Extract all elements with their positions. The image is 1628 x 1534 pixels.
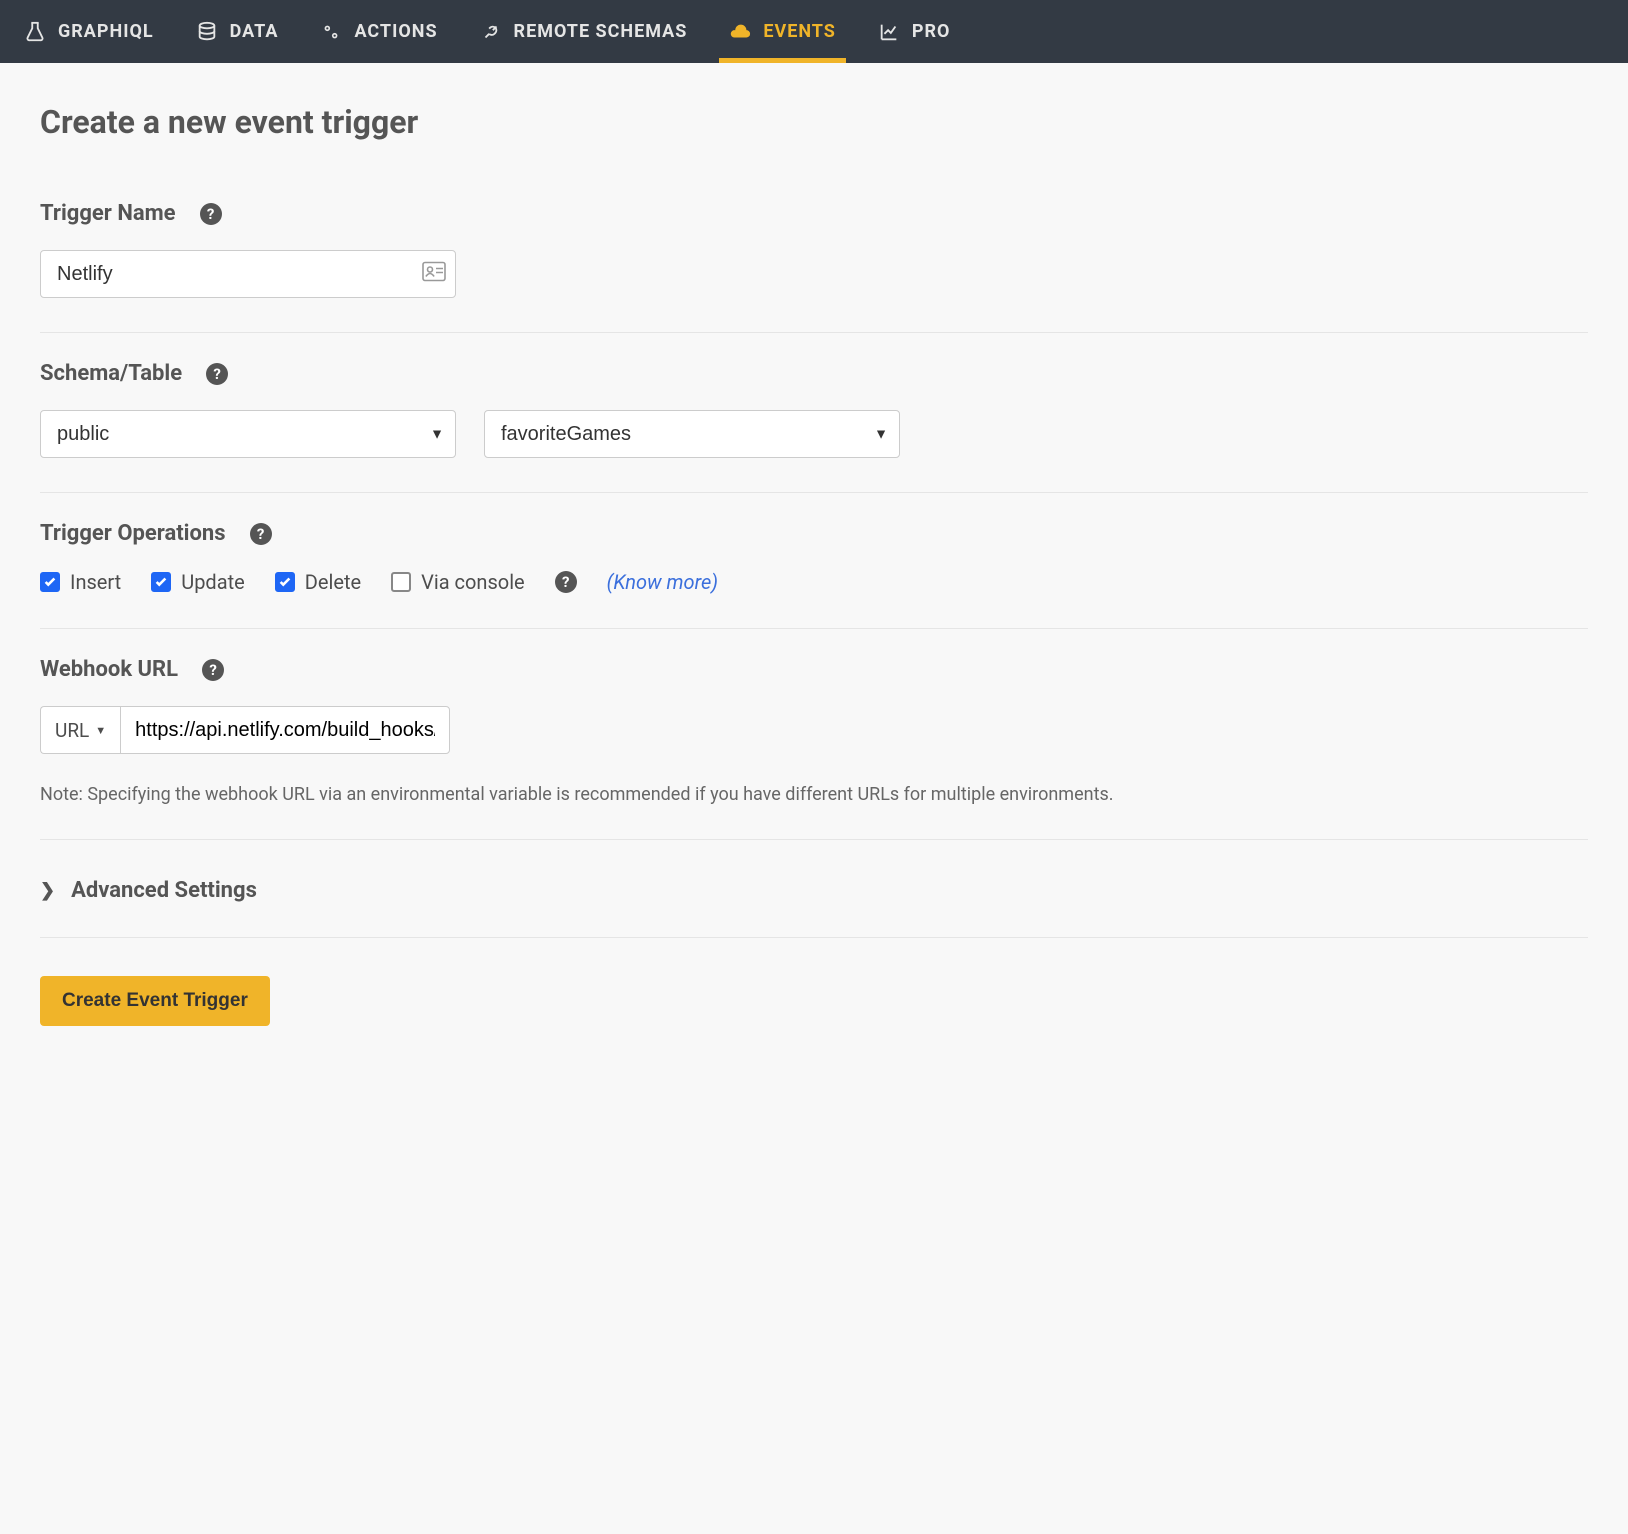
delete-checkbox[interactable] <box>275 572 295 592</box>
insert-checkbox[interactable] <box>40 572 60 592</box>
plug-icon <box>480 21 502 43</box>
help-icon[interactable]: ? <box>206 363 228 385</box>
help-icon[interactable]: ? <box>555 571 577 593</box>
trigger-name-input[interactable] <box>40 250 456 298</box>
via-console-checkbox[interactable] <box>391 572 411 592</box>
nav-label: EVENTS <box>763 21 836 42</box>
nav-actions[interactable]: ACTIONS <box>320 0 437 63</box>
section-trigger-name: Trigger Name ? <box>40 201 1588 333</box>
advanced-settings-toggle[interactable]: ❯ Advanced Settings <box>40 868 1588 903</box>
chart-icon <box>878 21 900 43</box>
know-more-link[interactable]: (Know more) <box>607 570 718 594</box>
via-console-label: Via console <box>421 570 525 594</box>
cloud-icon <box>729 21 751 43</box>
nav-pro[interactable]: PRO <box>878 0 951 63</box>
nav-label: DATA <box>230 21 279 42</box>
webhook-url-input[interactable] <box>120 706 450 754</box>
nav-data[interactable]: DATA <box>196 0 279 63</box>
section-advanced: ❯ Advanced Settings <box>40 868 1588 938</box>
chevron-right-icon: ❯ <box>40 880 55 901</box>
main-content: Create a new event trigger Trigger Name … <box>0 63 1628 1086</box>
nav-label: REMOTE SCHEMAS <box>514 21 688 42</box>
update-checkbox[interactable] <box>151 572 171 592</box>
webhook-label: Webhook URL <box>40 657 178 682</box>
section-webhook: Webhook URL ? URL ▼ Note: Specifying the… <box>40 657 1588 840</box>
section-schema-table: Schema/Table ? public ▼ favoriteGames ▼ <box>40 361 1588 493</box>
help-icon[interactable]: ? <box>200 203 222 225</box>
webhook-mode-dropdown[interactable]: URL ▼ <box>40 706 120 754</box>
advanced-label: Advanced Settings <box>71 878 257 903</box>
nav-remote-schemas[interactable]: REMOTE SCHEMAS <box>480 0 688 63</box>
nav-label: GRAPHIQL <box>58 21 154 42</box>
trigger-name-label: Trigger Name <box>40 201 176 226</box>
top-nav: GRAPHIQL DATA ACTIONS REMOTE SCHEMAS EVE… <box>0 0 1628 63</box>
table-select[interactable]: favoriteGames <box>484 410 900 458</box>
caret-down-icon: ▼ <box>95 724 106 737</box>
id-card-icon <box>422 262 446 287</box>
flask-icon <box>24 21 46 43</box>
help-icon[interactable]: ? <box>202 659 224 681</box>
gears-icon <box>320 21 342 43</box>
webhook-note: Note: Specifying the webhook URL via an … <box>40 784 1588 805</box>
nav-label: ACTIONS <box>354 21 437 42</box>
insert-label: Insert <box>70 570 121 594</box>
nav-events[interactable]: EVENTS <box>729 0 836 63</box>
nav-graphiql[interactable]: GRAPHIQL <box>24 0 154 63</box>
schema-select[interactable]: public <box>40 410 456 458</box>
nav-label: PRO <box>912 21 951 42</box>
update-label: Update <box>181 570 245 594</box>
schema-table-label: Schema/Table <box>40 361 182 386</box>
section-trigger-ops: Trigger Operations ? Insert Update Del <box>40 521 1588 629</box>
create-event-trigger-button[interactable]: Create Event Trigger <box>40 976 270 1026</box>
webhook-mode-label: URL <box>55 719 89 742</box>
help-icon[interactable]: ? <box>250 523 272 545</box>
trigger-ops-label: Trigger Operations <box>40 521 226 546</box>
page-title: Create a new event trigger <box>40 103 1588 141</box>
database-icon <box>196 21 218 43</box>
delete-label: Delete <box>305 570 361 594</box>
